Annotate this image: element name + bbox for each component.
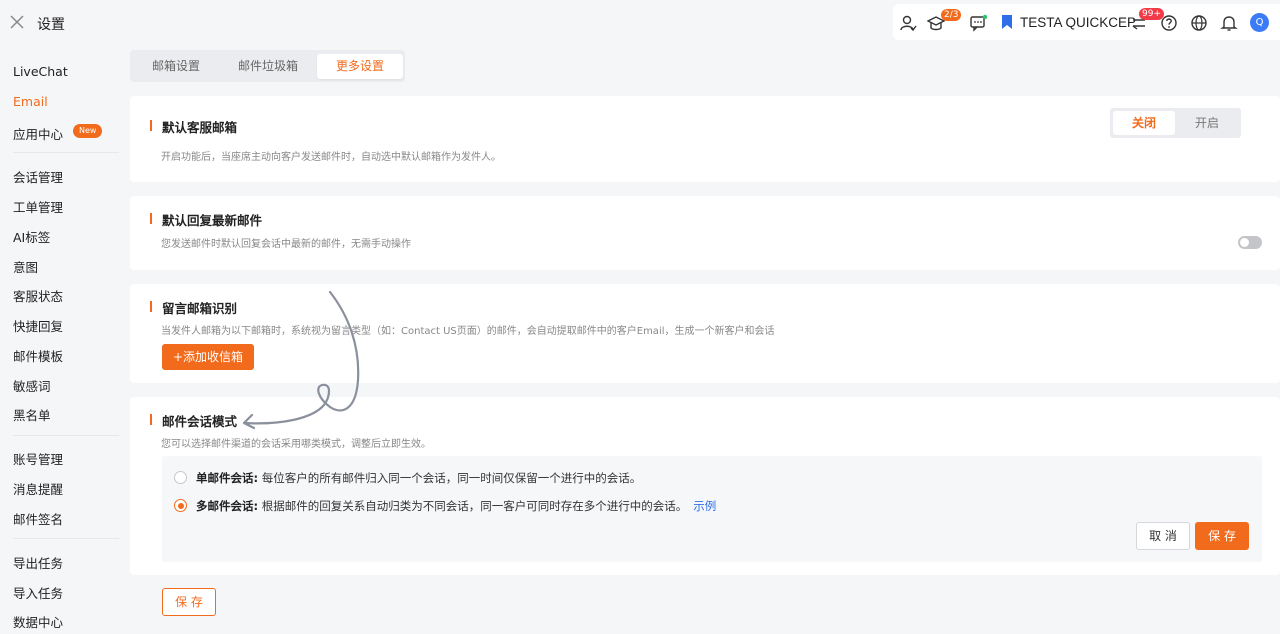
sidebar-item-sensitive-words[interactable]: 敏感词	[13, 376, 51, 395]
sidebar-item-export-tasks[interactable]: 导出任务	[13, 553, 63, 572]
sidebar: LiveChat Email 应用中心 New 会话管理 工单管理 AI标签 意…	[0, 46, 120, 634]
single-session-radio[interactable]	[174, 471, 187, 484]
cancel-button[interactable]: 取 消	[1136, 522, 1190, 550]
sidebar-divider	[13, 538, 119, 539]
sidebar-item-quick-reply[interactable]: 快捷回复	[13, 316, 63, 335]
section-description: 当发件人邮箱为以下邮箱时，系统视为留言类型（如：Contact US页面）的邮件…	[161, 326, 775, 337]
section-description: 您可以选择邮件渠道的会话采用哪类模式，调整后立即生效。	[161, 439, 431, 450]
sidebar-item-ticket-mgmt[interactable]: 工单管理	[13, 197, 63, 216]
sidebar-item-session-mgmt[interactable]: 会话管理	[13, 167, 63, 186]
tab-mailbox-settings[interactable]: 邮箱设置	[134, 54, 218, 79]
option-description: 根据邮件的回复关系自动归类为不同会话，同一客户可同时存在多个进行中的会话。	[258, 499, 688, 513]
course-progress-badge: 2/3	[941, 9, 962, 21]
sidebar-item-app-center[interactable]: 应用中心	[13, 124, 63, 143]
example-link[interactable]: 示例	[693, 499, 716, 513]
sidebar-item-data-center[interactable]: 数据中心	[13, 612, 63, 631]
option-description: 每位客户的所有邮件归入同一个会话，同一时间仅保留一个进行中的会话。	[258, 471, 642, 485]
page-save-button[interactable]: 保 存	[162, 588, 216, 616]
settings-tabs: 邮箱设置 邮件垃圾箱 更多设置	[130, 50, 405, 82]
reply-latest-card: 默认回复最新邮件 您发送邮件时默认回复会话中最新的邮件，无需手动操作	[130, 196, 1280, 270]
on-option[interactable]: 开启	[1176, 111, 1238, 135]
session-mode-card: 邮件会话模式 您可以选择邮件渠道的会话采用哪类模式，调整后立即生效。 单邮件会话…	[130, 397, 1280, 575]
help-icon[interactable]	[1160, 14, 1178, 32]
team-flag-icon	[1002, 15, 1012, 29]
bell-icon[interactable]	[1220, 14, 1238, 32]
tab-spam[interactable]: 邮件垃圾箱	[218, 54, 318, 79]
section-title: 邮件会话模式	[162, 414, 238, 429]
option-label: 多邮件会话:	[196, 499, 259, 513]
sidebar-item-intent[interactable]: 意图	[13, 257, 38, 276]
multi-session-radio[interactable]	[174, 499, 187, 512]
top-bar: 设置 2/3 TESTA QUICKCEP 99+ Q	[0, 0, 1280, 46]
section-title: 默认回复最新邮件	[162, 213, 263, 228]
user-status-icon[interactable]	[899, 14, 917, 32]
tab-more-settings[interactable]: 更多设置	[317, 54, 403, 79]
sidebar-item-ai-tags[interactable]: AI标签	[13, 227, 50, 246]
section-marker	[150, 213, 152, 224]
add-inbox-button[interactable]: +添加收信箱	[162, 344, 254, 370]
sidebar-divider	[13, 435, 119, 436]
option-label: 单邮件会话:	[196, 471, 259, 485]
toggle-knob	[1240, 238, 1249, 247]
message-mailbox-card: 留言邮箱识别 当发件人邮箱为以下邮箱时，系统视为留言类型（如：Contact U…	[130, 284, 1280, 383]
single-session-option[interactable]: 单邮件会话: 每位客户的所有邮件归入同一个会话，同一时间仅保留一个进行中的会话。	[196, 470, 641, 486]
off-option[interactable]: 关闭	[1113, 111, 1175, 135]
sidebar-divider	[13, 152, 119, 153]
sidebar-item-email[interactable]: Email	[13, 94, 48, 109]
sidebar-item-agent-status[interactable]: 客服状态	[13, 286, 63, 305]
sidebar-item-blacklist[interactable]: 黑名单	[13, 405, 51, 424]
section-title: 留言邮箱识别	[162, 301, 238, 316]
sidebar-item-email-signature[interactable]: 邮件签名	[13, 509, 63, 528]
header-toolbar: 2/3 TESTA QUICKCEP 99+ Q	[893, 4, 1280, 40]
section-title: 默认客服邮箱	[162, 120, 238, 135]
sidebar-item-livechat[interactable]: LiveChat	[13, 64, 68, 79]
section-marker	[150, 301, 152, 312]
multi-session-option[interactable]: 多邮件会话: 根据邮件的回复关系自动归类为不同会话，同一客户可同时存在多个进行中…	[196, 498, 716, 514]
sidebar-item-email-template[interactable]: 邮件模板	[13, 346, 63, 365]
reply-latest-toggle[interactable]	[1238, 236, 1262, 249]
sidebar-item-notifications[interactable]: 消息提醒	[13, 479, 63, 498]
close-icon[interactable]	[8, 13, 26, 31]
new-badge: New	[73, 124, 103, 138]
sidebar-item-account-mgmt[interactable]: 账号管理	[13, 449, 63, 468]
section-marker	[150, 414, 152, 425]
chat-icon[interactable]	[969, 14, 987, 32]
session-mode-options: 单邮件会话: 每位客户的所有邮件归入同一个会话，同一时间仅保留一个进行中的会话。…	[162, 456, 1262, 562]
save-button[interactable]: 保 存	[1195, 522, 1249, 550]
default-mailbox-switch: 关闭 开启	[1110, 108, 1241, 138]
team-name[interactable]: TESTA QUICKCEP	[1020, 15, 1136, 30]
default-mailbox-card: 默认客服邮箱 开启功能后，当座席主动向客户发送邮件时，自动选中默认邮箱作为发件人…	[130, 96, 1280, 182]
section-description: 您发送邮件时默认回复会话中最新的邮件，无需手动操作	[161, 239, 411, 250]
section-marker	[150, 120, 152, 131]
section-description: 开启功能后，当座席主动向客户发送邮件时，自动选中默认邮箱作为发件人。	[161, 152, 501, 163]
page-title: 设置	[37, 17, 65, 33]
avatar[interactable]: Q	[1250, 13, 1269, 32]
sidebar-item-import-tasks[interactable]: 导入任务	[13, 583, 63, 602]
globe-icon[interactable]	[1190, 14, 1208, 32]
